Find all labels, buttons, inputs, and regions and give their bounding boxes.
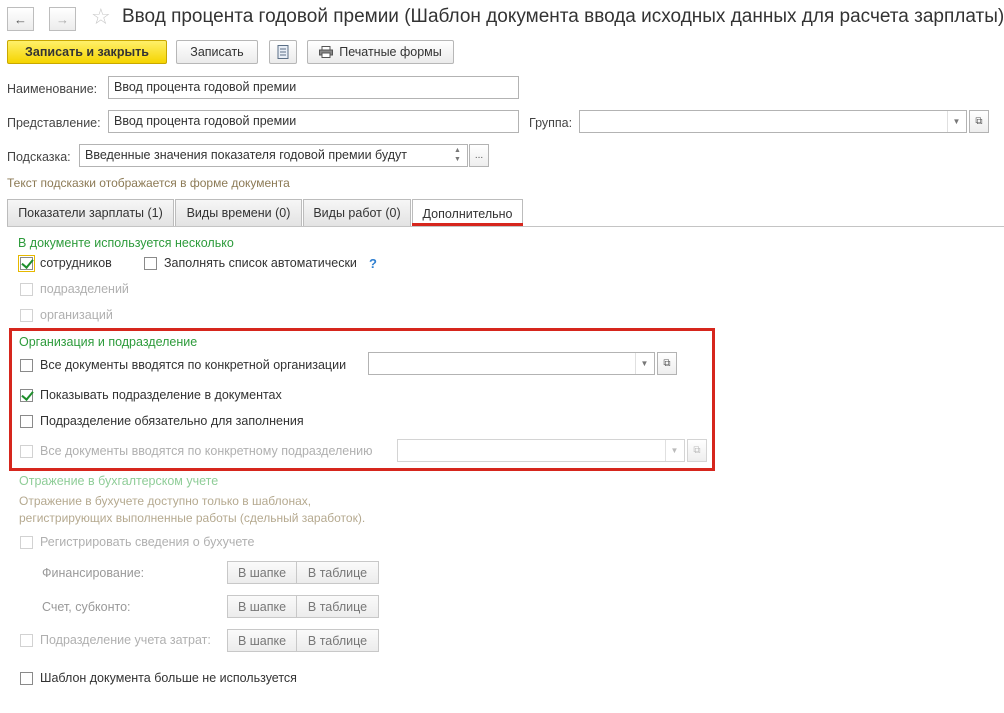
financing-label: Финансирование:: [42, 566, 145, 580]
accounting-note-line2: регистрирующих выполненные работы (сдель…: [19, 511, 366, 525]
back-button[interactable]: ←: [7, 7, 34, 31]
hint-more-button[interactable]: ...: [469, 144, 489, 167]
show-dept-label: Показывать подразделение в документах: [40, 388, 282, 402]
accounting-note-line1: Отражение в бухучете доступно только в ш…: [19, 494, 312, 508]
organization-open-button[interactable]: ⧉: [657, 352, 677, 375]
autofill-checkbox[interactable]: [144, 257, 157, 270]
dept-required-checkbox[interactable]: [20, 415, 33, 428]
help-icon[interactable]: ?: [369, 256, 377, 271]
autofill-label: Заполнять список автоматически: [164, 256, 357, 270]
related-documents-button[interactable]: [269, 40, 297, 64]
tab-time-types[interactable]: Виды времени (0): [175, 199, 302, 226]
star-icon[interactable]: ☆: [91, 4, 111, 30]
chevron-down-icon[interactable]: ▼: [635, 353, 653, 374]
cost-dept-checkbox[interactable]: [20, 634, 33, 647]
employees-label: сотрудников: [40, 256, 112, 270]
open-window-icon: ⧉: [975, 116, 983, 127]
department-field[interactable]: [397, 439, 685, 462]
cost-dept-in-table-button[interactable]: В таблице: [296, 629, 379, 652]
register-accounting-label: Регистрировать сведения о бухучете: [40, 535, 255, 549]
print-forms-button[interactable]: Печатные формы: [307, 40, 454, 64]
cost-dept-in-header-button[interactable]: В шапке: [227, 629, 297, 652]
template-unused-label: Шаблон документа больше не используется: [40, 671, 297, 685]
hint-note: Текст подсказки отображается в форме док…: [7, 176, 290, 190]
tab-divider: [7, 226, 1004, 227]
presentation-field[interactable]: Ввод процента годовой премии: [108, 110, 519, 133]
hint-scroll-arrows[interactable]: ▲ ▼: [454, 146, 461, 164]
departments-checkbox[interactable]: [20, 283, 33, 296]
tab-work-types[interactable]: Виды работ (0): [303, 199, 411, 226]
save-button[interactable]: Записать: [176, 40, 258, 64]
name-field[interactable]: Ввод процента годовой премии: [108, 76, 519, 99]
presentation-label: Представление:: [7, 116, 101, 130]
group-field[interactable]: [579, 110, 967, 133]
template-unused-checkbox[interactable]: [20, 672, 33, 685]
organizations-checkbox[interactable]: [20, 309, 33, 322]
register-accounting-checkbox[interactable]: [20, 536, 33, 549]
accounting-section-title: Отражение в бухгалтерском учете: [19, 474, 219, 488]
account-in-table-button[interactable]: В таблице: [296, 595, 379, 618]
employees-checkbox[interactable]: [18, 255, 35, 272]
tab-salary-indicators[interactable]: Показатели зарплаты (1): [7, 199, 174, 226]
cost-dept-label: Подразделение учета затрат:: [40, 633, 211, 647]
departments-label: подразделений: [40, 282, 129, 296]
dept-required-label: Подразделение обязательно для заполнения: [40, 414, 304, 428]
chevron-down-icon[interactable]: ▼: [947, 111, 965, 132]
save-and-close-button[interactable]: Записать и закрыть: [7, 40, 167, 64]
open-window-icon: ⧉: [663, 358, 671, 369]
all-docs-dept-label: Все документы вводятся по конкретному по…: [40, 444, 373, 458]
financing-in-table-button[interactable]: В таблице: [296, 561, 379, 584]
arrow-right-icon: →: [56, 11, 69, 27]
all-docs-org-label: Все документы вводятся по конкретной орг…: [40, 358, 347, 372]
show-dept-checkbox[interactable]: [20, 389, 33, 402]
arrow-left-icon: ←: [14, 11, 27, 27]
chevron-down-icon[interactable]: ▼: [665, 440, 683, 461]
forward-button[interactable]: →: [49, 7, 76, 31]
organizations-label: организаций: [40, 308, 113, 322]
active-tab-highlight: [412, 223, 523, 226]
print-forms-label: Печатные формы: [339, 45, 442, 59]
document-list-icon: [277, 45, 289, 59]
financing-in-header-button[interactable]: В шапке: [227, 561, 297, 584]
account-label: Счет, субконто:: [42, 600, 131, 614]
hint-label: Подсказка:: [7, 150, 71, 164]
org-section-title: Организация и подразделение: [19, 335, 198, 349]
name-label: Наименование:: [7, 82, 98, 96]
printer-icon: [319, 46, 334, 58]
multi-section-title: В документе используется несколько: [18, 236, 234, 250]
all-docs-org-checkbox[interactable]: [20, 359, 33, 372]
organization-field[interactable]: [368, 352, 655, 375]
group-open-button[interactable]: ⧉: [969, 110, 989, 133]
all-docs-dept-checkbox[interactable]: [20, 445, 33, 458]
page-title: Ввод процента годовой премии (Шаблон док…: [122, 6, 1004, 27]
open-window-icon: ⧉: [693, 445, 701, 456]
hint-field[interactable]: Введенные значения показателя годовой пр…: [79, 144, 468, 167]
account-in-header-button[interactable]: В шапке: [227, 595, 297, 618]
group-label: Группа:: [529, 116, 573, 130]
department-open-button[interactable]: ⧉: [687, 439, 707, 462]
